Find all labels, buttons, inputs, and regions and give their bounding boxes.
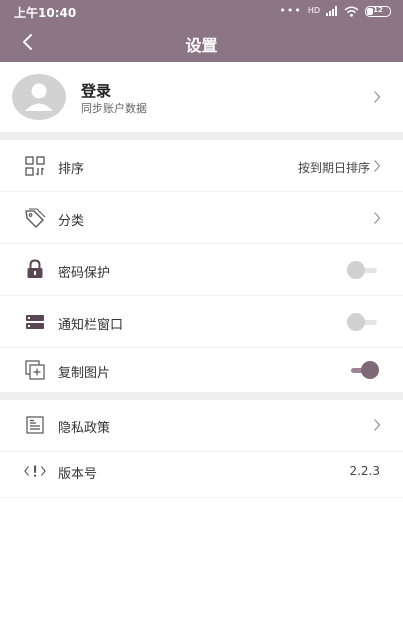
page-title: 设置 bbox=[185, 36, 218, 55]
notification-row: 通知栏窗口 bbox=[0, 296, 403, 348]
login-subtitle: 同步账户数据 bbox=[81, 102, 147, 115]
copy-image-row: 复制图片 bbox=[0, 346, 403, 398]
code-icon bbox=[24, 460, 46, 482]
privacy-label: 隐私政策 bbox=[58, 421, 111, 436]
copy-image-label: 复制图片 bbox=[58, 366, 111, 381]
login-row[interactable]: 登录 同步账户数据 bbox=[0, 62, 403, 132]
copy-image-icon bbox=[24, 359, 46, 381]
chevron-right-icon bbox=[374, 212, 381, 224]
document-icon bbox=[24, 414, 46, 436]
sort-value: 按到期日排序 bbox=[297, 161, 370, 175]
status-indicators: ••• HD 12 bbox=[279, 4, 391, 18]
section-divider bbox=[0, 132, 403, 140]
battery-icon: 12 bbox=[365, 5, 391, 17]
chevron-right-icon bbox=[374, 160, 381, 172]
version-row: 版本号 2.2.3 bbox=[0, 446, 403, 498]
login-title: 登录 bbox=[81, 82, 112, 100]
more-dots-icon: ••• bbox=[279, 4, 302, 17]
app-header: 上午10:40 ••• HD 12 设置 bbox=[0, 0, 403, 62]
sort-row[interactable]: 排序 按到期日排序 bbox=[0, 140, 403, 192]
category-label: 分类 bbox=[58, 214, 85, 229]
section-divider bbox=[0, 392, 403, 400]
notification-bar-icon bbox=[24, 311, 46, 333]
notification-label: 通知栏窗口 bbox=[58, 318, 124, 333]
password-toggle[interactable] bbox=[347, 261, 379, 279]
battery-level: 12 bbox=[373, 5, 383, 14]
copy-image-toggle[interactable] bbox=[347, 361, 379, 379]
grid-sort-icon bbox=[24, 155, 46, 177]
sort-label: 排序 bbox=[58, 162, 85, 177]
password-row: 密码保护 bbox=[0, 244, 403, 296]
wifi-icon bbox=[344, 6, 359, 17]
privacy-row[interactable]: 隐私政策 bbox=[0, 400, 403, 452]
category-row[interactable]: 分类 bbox=[0, 192, 403, 244]
version-value: 2.2.3 bbox=[349, 464, 380, 478]
version-label: 版本号 bbox=[58, 467, 98, 482]
password-label: 密码保护 bbox=[58, 266, 111, 281]
avatar-icon bbox=[12, 74, 66, 120]
status-time: 上午10:40 bbox=[14, 6, 77, 20]
chevron-right-icon bbox=[374, 91, 381, 103]
lock-icon bbox=[24, 258, 46, 280]
notification-toggle[interactable] bbox=[347, 313, 379, 331]
chevron-right-icon bbox=[374, 419, 381, 431]
status-bar: 上午10:40 ••• HD 12 bbox=[0, 0, 403, 22]
tag-icon bbox=[24, 207, 46, 229]
signal-icon bbox=[326, 6, 337, 16]
signal-label: HD bbox=[307, 6, 320, 15]
